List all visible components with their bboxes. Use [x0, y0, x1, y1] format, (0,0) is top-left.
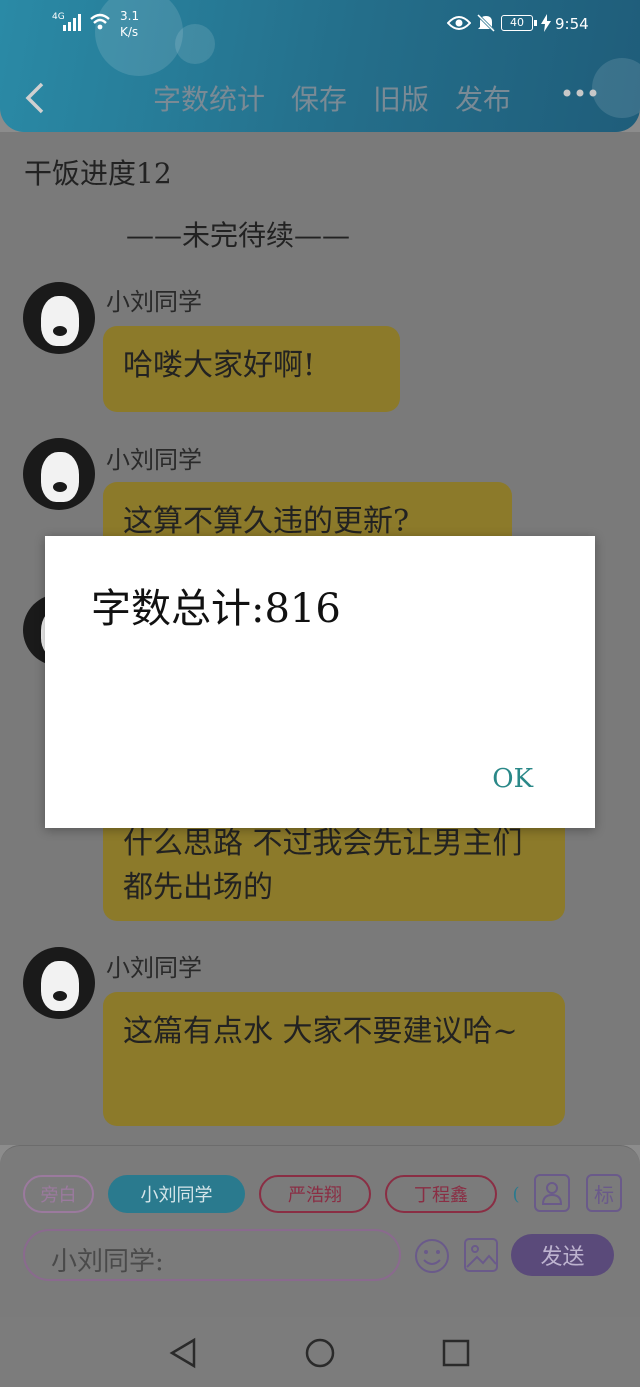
clock: 9:54 [555, 15, 589, 33]
message-input[interactable]: 小刘同学: [23, 1229, 401, 1281]
system-nav-bar [0, 1317, 640, 1387]
story-title: 干饭进度12 [24, 157, 172, 190]
battery-icon: 40 [501, 15, 533, 31]
home-circle-icon[interactable] [304, 1337, 336, 1369]
back-triangle-icon[interactable] [168, 1337, 198, 1369]
tag-label: 标 [594, 1182, 614, 1207]
save-button[interactable]: 保存 [291, 78, 347, 118]
publish-button[interactable]: 发布 [455, 78, 511, 118]
chevron-left-icon[interactable] [24, 82, 46, 114]
word-count-button[interactable]: 字数统计 [153, 78, 265, 118]
charging-icon [541, 14, 551, 32]
network-speed-unit: K/s [120, 25, 139, 39]
speaker-name: 小刘同学 [106, 954, 202, 982]
mute-bell-icon [476, 13, 496, 33]
speaker-name: 小刘同学 [106, 288, 202, 316]
speaker-name: 小刘同学 [106, 446, 202, 474]
role-chip-more[interactable]: ( [508, 1175, 524, 1213]
decor-bubble [592, 58, 640, 118]
word-count-dialog: 字数总计:816 OK [45, 536, 595, 828]
more-horizontal-icon[interactable] [562, 88, 598, 98]
battery-level: 40 [510, 16, 524, 29]
network-speed: 3.1 [120, 9, 140, 23]
wifi-icon [90, 13, 110, 30]
person-icon[interactable] [534, 1174, 570, 1212]
eye-icon [447, 16, 471, 30]
old-version-button[interactable]: 旧版 [373, 78, 429, 118]
signal-icon [63, 14, 81, 31]
avatar[interactable] [23, 282, 95, 354]
image-icon[interactable] [462, 1236, 500, 1274]
send-button[interactable]: 发送 [511, 1234, 614, 1276]
tag-icon[interactable]: 标 [586, 1174, 622, 1212]
app-bar-actions: 字数统计 保存 旧版 发布 [153, 78, 543, 118]
message-bubble[interactable]: 这篇有点水 大家不要建议哈~ [103, 992, 565, 1126]
app-bar: 4G 3.1 K/s 40 9:54 字数统计 保存 旧版 发布 [0, 0, 640, 132]
status-bar: 4G 3.1 K/s 40 9:54 [0, 0, 640, 48]
message-input-placeholder: 小刘同学: [51, 1247, 164, 1277]
battery-tip [534, 20, 537, 26]
role-chip-yanhaoxiang[interactable]: 严浩翔 [259, 1175, 371, 1213]
avatar[interactable] [23, 947, 95, 1019]
role-chip-narrator[interactable]: 旁白 [23, 1175, 94, 1213]
role-chip-xiaoliu[interactable]: 小刘同学 [108, 1175, 245, 1213]
avatar[interactable] [23, 438, 95, 510]
input-panel: 旁白 小刘同学 严浩翔 丁程鑫 ( 标 小刘同学: 发送 [0, 1145, 640, 1318]
message-bubble[interactable]: 哈喽大家好啊! [103, 326, 400, 412]
story-subtitle: ——未完待续—— [126, 219, 351, 252]
ok-button[interactable]: OK [492, 764, 533, 794]
recents-square-icon[interactable] [441, 1338, 471, 1368]
role-chip-dingchengxin[interactable]: 丁程鑫 [385, 1175, 497, 1213]
word-count-total: 字数总计:816 [91, 586, 341, 632]
emoji-icon[interactable] [413, 1237, 451, 1275]
